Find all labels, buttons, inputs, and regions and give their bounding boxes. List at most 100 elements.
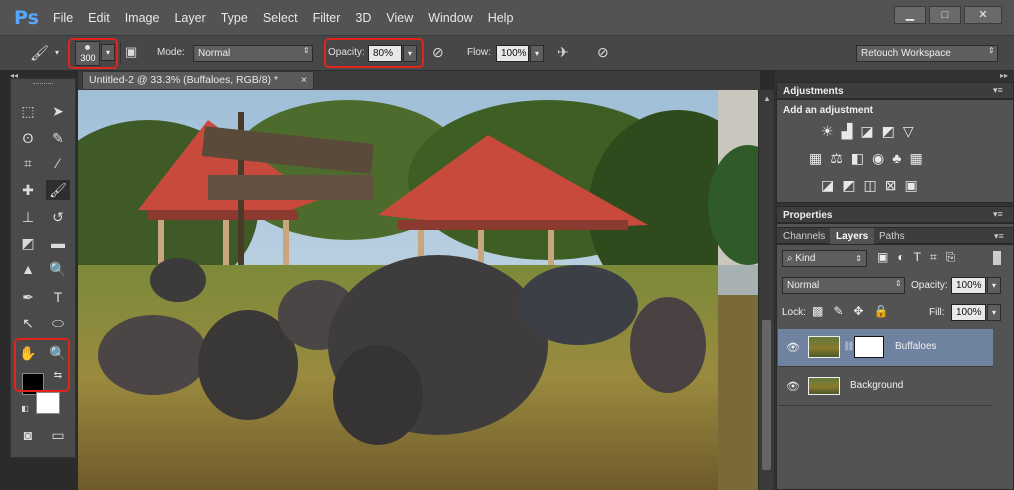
- marquee-tool-icon[interactable]: ⬚: [16, 101, 40, 121]
- visibility-eye-icon[interactable]: 👁: [786, 341, 800, 354]
- color-lookup-icon[interactable]: ▦: [909, 150, 922, 167]
- gradient-tool-icon[interactable]: ▬: [46, 233, 70, 253]
- menu-type[interactable]: Type: [221, 11, 248, 25]
- tab-layers[interactable]: Layers: [830, 228, 875, 245]
- menu-filter[interactable]: Filter: [313, 11, 341, 25]
- flow-input[interactable]: 100%: [496, 45, 529, 62]
- background-color-swatch[interactable]: [36, 392, 60, 414]
- document-tab[interactable]: Untitled-2 @ 33.3% (Buffaloes, RGB/8) * …: [82, 71, 314, 90]
- layer-row-background[interactable]: 👁 Background: [778, 368, 993, 406]
- fill-dropdown-icon[interactable]: ▾: [987, 304, 1001, 321]
- adjustments-panel-title[interactable]: Adjustments: [776, 82, 1014, 99]
- preset-dropdown-icon[interactable]: ▾: [55, 48, 59, 57]
- properties-panel-title[interactable]: Properties: [776, 206, 1014, 223]
- menu-help[interactable]: Help: [488, 11, 514, 25]
- color-balance-icon[interactable]: ⚖: [830, 150, 843, 167]
- chain-link-icon[interactable]: ⛓: [843, 341, 854, 352]
- shape-filter-icon[interactable]: ⌗: [930, 250, 937, 265]
- threshold-icon[interactable]: ◫: [863, 177, 876, 194]
- document-canvas[interactable]: [78, 90, 760, 490]
- gradient-map-icon[interactable]: ⊠: [885, 177, 897, 194]
- smart-object-filter-icon[interactable]: ⎘: [946, 250, 956, 265]
- pen-tool-icon[interactable]: ✒: [16, 287, 40, 307]
- close-button[interactable]: ✕: [964, 6, 1002, 24]
- tab-paths[interactable]: Paths: [873, 228, 911, 245]
- brush-tool-icon[interactable]: 🖌: [46, 180, 70, 200]
- lock-transparency-icon[interactable]: ▩: [812, 304, 823, 318]
- curves-icon[interactable]: ◪: [860, 123, 873, 140]
- exposure-icon[interactable]: ◩: [882, 123, 895, 140]
- menu-edit[interactable]: Edit: [88, 11, 110, 25]
- menu-view[interactable]: View: [386, 11, 413, 25]
- path-select-tool-icon[interactable]: ↖: [16, 313, 40, 333]
- layer-opacity-dropdown-icon[interactable]: ▾: [987, 277, 1001, 294]
- default-colors-icon[interactable]: ◧: [13, 399, 37, 419]
- workspace-select[interactable]: Retouch Workspace: [856, 45, 998, 62]
- flow-dropdown-icon[interactable]: ▾: [530, 45, 544, 62]
- hue-saturation-icon[interactable]: ▦: [809, 150, 822, 167]
- lasso-tool-icon[interactable]: ʘ: [16, 128, 40, 148]
- pixel-filter-icon[interactable]: ▣: [877, 250, 888, 265]
- vertical-scrollbar[interactable]: ▲: [758, 90, 774, 490]
- scroll-thumb[interactable]: [762, 320, 771, 470]
- filter-toggle[interactable]: [993, 251, 1001, 265]
- move-tool-icon[interactable]: ➤: [46, 101, 70, 121]
- minimize-button[interactable]: ▁: [894, 6, 926, 24]
- invert-icon[interactable]: ◪: [821, 177, 834, 194]
- ellipse-tool-icon[interactable]: ⬭: [46, 313, 70, 333]
- layer-mask-thumbnail[interactable]: [854, 336, 884, 358]
- menu-select[interactable]: Select: [263, 11, 298, 25]
- pressure-size-icon[interactable]: ⊘: [597, 44, 609, 61]
- photo-filter-icon[interactable]: ◉: [872, 150, 884, 167]
- menu-layer[interactable]: Layer: [174, 11, 205, 25]
- quick-mask-icon[interactable]: ◙: [16, 425, 40, 445]
- healing-brush-tool-icon[interactable]: ✚: [16, 180, 40, 200]
- type-tool-icon[interactable]: T: [46, 287, 70, 307]
- visibility-eye-icon[interactable]: 👁: [786, 380, 800, 393]
- maximize-button[interactable]: □: [929, 6, 961, 24]
- eraser-tool-icon[interactable]: ◩: [16, 233, 40, 253]
- adjustments-menu-icon[interactable]: ▾≡: [993, 85, 1003, 96]
- layer-row-buffaloes[interactable]: 👁 ⛓ Buffaloes: [778, 329, 993, 367]
- brush-preset-icon[interactable]: 🖌: [30, 44, 49, 62]
- tab-channels[interactable]: Channels: [777, 228, 831, 245]
- properties-menu-icon[interactable]: ▾≡: [993, 209, 1003, 220]
- tab-close-icon[interactable]: ×: [301, 72, 307, 89]
- brush-panel-icon[interactable]: ▣: [125, 44, 137, 60]
- scroll-up-icon[interactable]: ▲: [763, 94, 771, 103]
- collapse-panels-icon[interactable]: ▸▸: [1000, 71, 1008, 80]
- brightness-icon[interactable]: ☀: [821, 123, 834, 140]
- menu-file[interactable]: File: [53, 11, 73, 25]
- adjustment-filter-icon[interactable]: ◐: [897, 250, 904, 265]
- lock-all-icon[interactable]: 🔒: [873, 304, 888, 318]
- fill-input[interactable]: 100%: [951, 304, 986, 321]
- lock-image-icon[interactable]: ✎: [833, 304, 843, 318]
- blur-tool-icon[interactable]: ▲: [16, 259, 40, 279]
- menu-window[interactable]: Window: [428, 11, 472, 25]
- pressure-opacity-icon[interactable]: ⊘: [432, 44, 444, 61]
- filter-kind-select[interactable]: ⌕ Kind ⇕: [782, 250, 867, 267]
- quick-select-tool-icon[interactable]: ✎: [46, 128, 70, 148]
- channel-mixer-icon[interactable]: ♣: [892, 150, 901, 167]
- clone-stamp-tool-icon[interactable]: ⊥: [16, 207, 40, 227]
- black-white-icon[interactable]: ◧: [851, 150, 864, 167]
- airbrush-icon[interactable]: ✈: [557, 44, 569, 61]
- type-filter-icon[interactable]: T: [914, 250, 921, 265]
- levels-icon[interactable]: ▟: [842, 123, 853, 140]
- posterize-icon[interactable]: ◩: [842, 177, 855, 194]
- blend-mode-select[interactable]: Normal: [782, 277, 905, 294]
- eyedropper-tool-icon[interactable]: ⁄: [46, 153, 70, 173]
- menu-image[interactable]: Image: [125, 11, 160, 25]
- history-brush-tool-icon[interactable]: ↺: [46, 207, 70, 227]
- crop-tool-icon[interactable]: ⌗: [16, 153, 40, 173]
- vibrance-icon[interactable]: ▽: [903, 123, 914, 140]
- layers-menu-icon[interactable]: ▾≡: [994, 231, 1004, 242]
- layer-opacity-input[interactable]: 100%: [951, 277, 986, 294]
- layer-opacity-label: Opacity:: [911, 280, 948, 291]
- dodge-tool-icon[interactable]: 🔍: [46, 259, 70, 279]
- mode-select[interactable]: Normal: [193, 45, 313, 62]
- menu-3d[interactable]: 3D: [355, 11, 371, 25]
- screen-mode-icon[interactable]: ▭: [46, 425, 70, 445]
- selective-color-icon[interactable]: ▣: [904, 177, 917, 194]
- lock-position-icon[interactable]: ✥: [853, 304, 863, 318]
